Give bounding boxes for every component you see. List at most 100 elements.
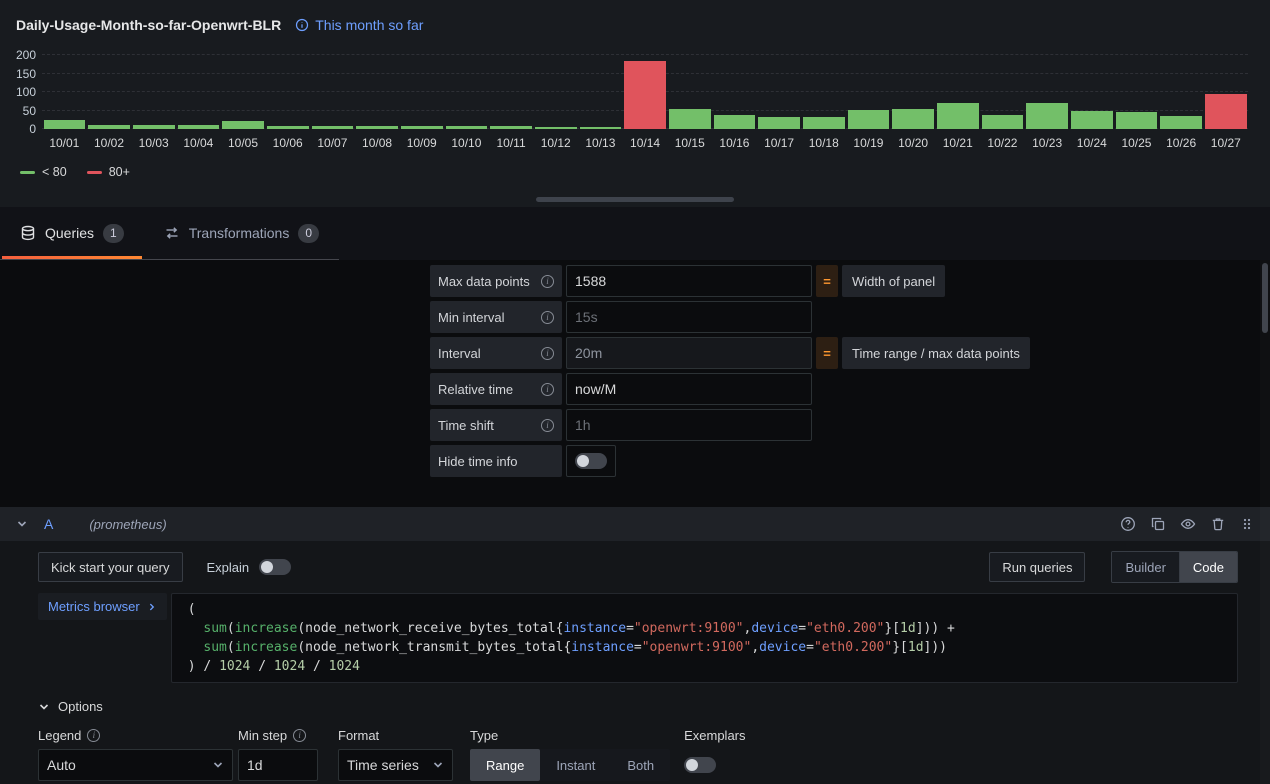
x-tick: 10/18 [808,136,839,150]
bar-slot [935,55,980,129]
legend-item[interactable]: < 80 [20,165,67,179]
promql-code-editor[interactable]: ( sum(increase(node_network_receive_byte… [170,593,1238,683]
min-interval-input[interactable] [566,301,812,333]
scrollbar-thumb[interactable] [1262,263,1268,333]
bar-slot [87,55,132,129]
relative-time-label: Relative time i [430,373,562,405]
legend-label: < 80 [42,165,67,179]
hide-time-info-label: Hide time info [430,445,562,477]
builder-mode-button[interactable]: Builder [1112,552,1179,582]
bars [42,55,1248,129]
relative-time-input[interactable] [566,373,812,405]
chevron-down-icon[interactable] [16,518,28,530]
y-tick: 100 [15,85,36,99]
type-option-both[interactable]: Both [611,749,670,781]
tab-queries-label: Queries [45,225,95,241]
format-option: Format Time series [338,728,453,781]
explain-label: Explain [206,559,250,575]
hide-time-info-switch[interactable] [566,445,616,477]
x-tick: 10/03 [138,136,169,150]
panel-description-link[interactable]: This month so far [295,17,423,33]
y-tick: 150 [15,66,36,81]
legend-select-value: Auto [47,757,76,773]
eye-icon[interactable] [1180,516,1196,532]
bar-slot [801,55,846,129]
explain-switch[interactable] [259,559,292,575]
pane-resize-handle[interactable] [536,197,734,202]
info-icon[interactable]: i [293,728,307,742]
bar-slot [712,55,757,129]
kick-start-query-button[interactable]: Kick start your query [38,552,183,582]
x-tick: 10/01 [49,136,80,150]
info-icon[interactable]: i [87,728,101,742]
panel-link-label: This month so far [315,17,424,33]
info-icon[interactable]: i [541,418,554,432]
transformations-count-badge: 0 [298,223,320,243]
type-option: Type Range Instant Both [470,728,671,781]
query-option-row: Relative time i [430,373,1270,405]
bar-slot [42,55,87,129]
info-icon[interactable]: i [541,382,554,396]
max-data-points-label: Max data points i [430,265,562,297]
bar-slot [623,55,668,129]
code-mode-button[interactable]: Code [1178,552,1237,582]
legend-label: Legend i [38,728,233,743]
x-tick: 10/15 [674,136,705,150]
time-shift-input[interactable] [566,409,812,441]
info-icon [295,18,309,32]
interval-note: Time range / max data points [842,337,1030,369]
query-ref-id[interactable]: A [44,516,53,532]
bar-10/26 [1160,116,1202,129]
query-row-header[interactable]: A (prometheus) [0,507,1270,541]
exemplars-switch[interactable] [684,757,717,773]
bar-10/25 [1115,111,1158,129]
promql-editor-row: Metrics browser ( sum(increase(node_netw… [38,593,1238,683]
min-step-input[interactable] [238,749,318,781]
info-icon[interactable]: i [541,310,554,324]
legend-option: Legend i Auto [38,728,233,781]
chevron-down-icon [38,701,50,713]
run-queries-button[interactable]: Run queries [989,552,1086,582]
bar-10/13 [579,127,622,129]
legend-item[interactable]: 80+ [86,165,130,179]
query-editor-pane: Max data points i = Width of panel Min i… [0,260,1270,784]
x-tick: 10/08 [362,136,393,150]
editor-tabbar: Queries 1 Transformations 0 [0,207,1270,260]
copy-icon[interactable] [1150,516,1166,532]
bar-slot [176,55,221,129]
tab-transformations[interactable]: Transformations 0 [144,207,339,259]
max-data-points-input[interactable] [566,265,812,297]
chevron-down-icon [432,759,444,771]
bar-slot [310,55,355,129]
options-collapse-header[interactable]: Options [38,699,1238,714]
type-option-instant[interactable]: Instant [540,749,611,781]
x-tick: 10/20 [898,136,929,150]
vertical-scrollbar[interactable] [1260,260,1270,784]
panel-title: Daily-Usage-Month-so-far-Openwrt-BLR [16,17,282,33]
equals-badge: = [816,337,838,369]
x-tick: 10/23 [1032,136,1063,150]
bar-10/23 [1026,103,1068,129]
bar-slot [533,55,578,129]
legend-select[interactable]: Auto [38,749,233,781]
x-tick: 10/14 [630,136,661,150]
type-option-range[interactable]: Range [470,749,541,781]
bar-slot [1069,55,1114,129]
info-icon[interactable]: i [541,274,554,288]
trash-icon[interactable] [1210,516,1226,532]
info-icon[interactable]: i [541,346,554,360]
legend-swatch [86,170,102,174]
metrics-browser-button[interactable]: Metrics browser [38,593,167,620]
format-select[interactable]: Time series [338,749,453,781]
legend-label: 80+ [108,165,130,179]
panel-header: Daily-Usage-Month-so-far-Openwrt-BLR Thi… [0,0,1270,38]
bar-10/18 [802,117,845,129]
help-icon[interactable] [1120,516,1136,532]
tab-queries[interactable]: Queries 1 [0,207,144,259]
x-tick: 10/22 [987,136,1018,150]
bar-10/15 [668,109,711,129]
bar-10/04 [177,124,220,129]
drag-handle-icon[interactable] [1240,517,1254,531]
x-tick: 10/25 [1121,136,1152,150]
bar-10/06 [266,126,309,129]
